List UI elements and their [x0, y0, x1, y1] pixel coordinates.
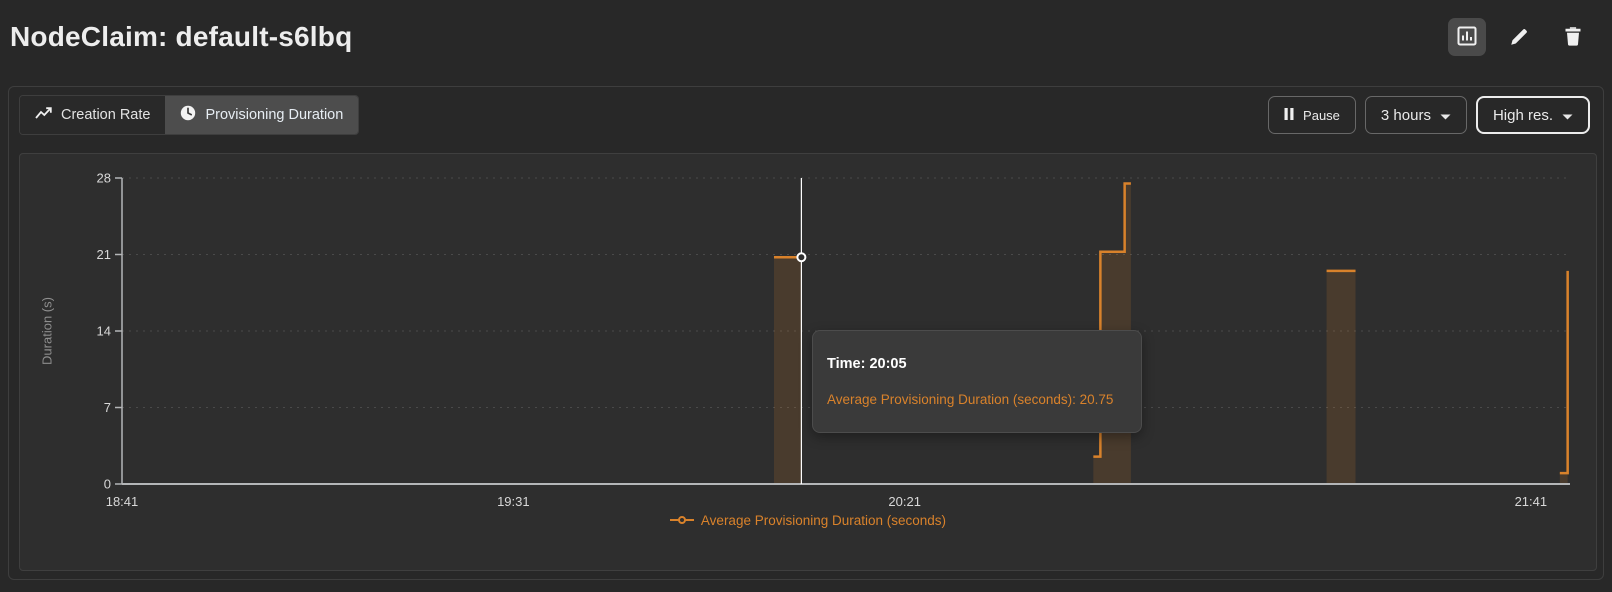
series-line — [1560, 271, 1568, 473]
chart-legend: Average Provisioning Duration (seconds) — [20, 513, 1596, 528]
tab-label: Provisioning Duration — [205, 107, 343, 123]
chart-plot-area[interactable]: 0 7 14 21 28 18:41 19:31 20:21 21:41 — [20, 154, 1598, 572]
series-area — [1327, 271, 1356, 484]
trend-line-icon — [35, 107, 52, 124]
y-tick-label: 0 — [104, 477, 111, 492]
pause-label: Pause — [1303, 108, 1340, 123]
series-area — [774, 257, 801, 484]
chart-tooltip: Time: 20:05 Average Provisioning Duratio… — [812, 330, 1142, 433]
x-tick-label: 21:41 — [1515, 494, 1548, 509]
delete-button[interactable] — [1554, 18, 1592, 56]
chart-controls: Pause 3 hours High res. — [1268, 96, 1590, 134]
edit-button[interactable] — [1501, 18, 1539, 56]
chart-panel: 0 7 14 21 28 18:41 19:31 20:21 21:41 Duration (s… — [19, 153, 1597, 571]
page-title: NodeClaim: default-s6lbq — [10, 21, 352, 53]
resolution-label: High res. — [1493, 107, 1553, 124]
y-axis-title: Duration (s) — [40, 297, 55, 365]
legend-item-avg-provisioning-duration[interactable]: Average Provisioning Duration (seconds) — [670, 513, 946, 528]
time-range-select[interactable]: 3 hours — [1365, 96, 1467, 134]
y-tick-label: 21 — [97, 247, 111, 262]
tab-label: Creation Rate — [61, 107, 150, 123]
chart-view-button[interactable] — [1448, 18, 1486, 56]
pause-icon — [1284, 108, 1294, 123]
tooltip-value: Average Provisioning Duration (seconds):… — [827, 392, 1127, 407]
caret-down-icon — [1562, 107, 1573, 124]
x-tick-label: 18:41 — [106, 494, 139, 509]
pause-button[interactable]: Pause — [1268, 96, 1356, 134]
x-tick-label: 19:31 — [497, 494, 530, 509]
tab-creation-rate[interactable]: Creation Rate — [20, 96, 165, 134]
tab-provisioning-duration[interactable]: Provisioning Duration — [165, 96, 358, 134]
pencil-icon — [1510, 26, 1530, 49]
y-tick-label: 7 — [104, 400, 111, 415]
nodeclaim-chart-card: Creation Rate Provisioning Duration Paus… — [8, 86, 1604, 580]
bar-chart-icon — [1457, 26, 1477, 49]
clock-icon — [180, 105, 196, 125]
caret-down-icon — [1440, 107, 1451, 124]
trash-icon — [1564, 26, 1582, 49]
legend-marker-icon — [670, 513, 694, 528]
chart-tabs: Creation Rate Provisioning Duration — [19, 95, 359, 135]
y-tick-label: 28 — [97, 171, 111, 186]
time-range-label: 3 hours — [1381, 107, 1431, 124]
legend-label: Average Provisioning Duration (seconds) — [701, 513, 946, 528]
hover-point — [797, 253, 805, 261]
resolution-select[interactable]: High res. — [1476, 96, 1590, 134]
tooltip-time: Time: 20:05 — [827, 356, 1127, 372]
y-tick-label: 14 — [97, 324, 111, 339]
x-tick-label: 20:21 — [888, 494, 921, 509]
header-actions — [1448, 18, 1592, 56]
